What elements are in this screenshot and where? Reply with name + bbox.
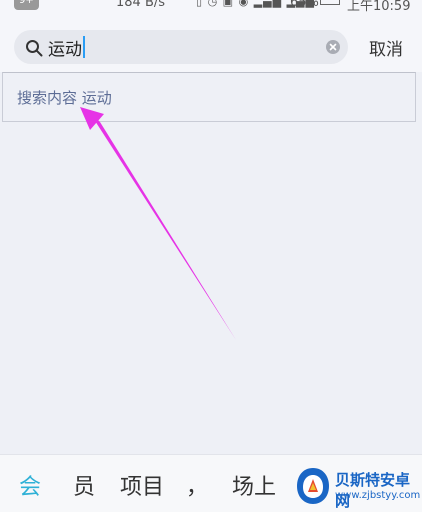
watermark-logo-icon xyxy=(297,468,329,504)
candidate-word[interactable]: 员 xyxy=(73,469,95,501)
alarm-icon: ◷ xyxy=(207,0,219,8)
battery-icon xyxy=(320,0,340,5)
search-header: 取消 xyxy=(0,14,422,72)
watermark-url: www.zjbstyy.com xyxy=(335,490,421,501)
clear-icon[interactable] xyxy=(326,40,340,54)
status-time: 上午10:59 xyxy=(347,0,411,14)
battery-percent: 65% xyxy=(290,0,319,10)
candidate-word[interactable]: 场上 xyxy=(232,469,276,501)
text-cursor xyxy=(83,36,85,58)
signal-4g-icon: ▂▄▆ xyxy=(253,0,283,8)
candidate-word[interactable]: 项目 xyxy=(120,469,164,501)
search-suggestion-item[interactable]: 搜索内容 运动 xyxy=(2,72,416,122)
vibrate-icon: ▯ xyxy=(196,0,204,8)
search-icon xyxy=(26,40,43,57)
notification-count-badge: 9+ xyxy=(14,0,39,10)
status-bar: 9+ 184 B/s ▯ ◷ ▣ ◉ ▂▄▆ ▂▄▆ 65% 上午10:59 xyxy=(0,0,422,14)
suggestion-label: 搜索内容 运动 xyxy=(17,89,112,107)
hd-icon: ▣ xyxy=(222,0,235,8)
search-input[interactable] xyxy=(48,34,298,60)
watermark: 贝斯特安卓网 www.zjbstyy.com xyxy=(293,462,422,511)
eye-icon: ◉ xyxy=(238,0,250,8)
candidate-word[interactable]: ， xyxy=(186,469,208,501)
candidate-word[interactable]: 会 xyxy=(19,469,41,501)
cancel-button[interactable]: 取消 xyxy=(358,34,414,60)
network-speed: 184 B/s xyxy=(116,0,166,10)
search-box[interactable] xyxy=(14,30,348,64)
